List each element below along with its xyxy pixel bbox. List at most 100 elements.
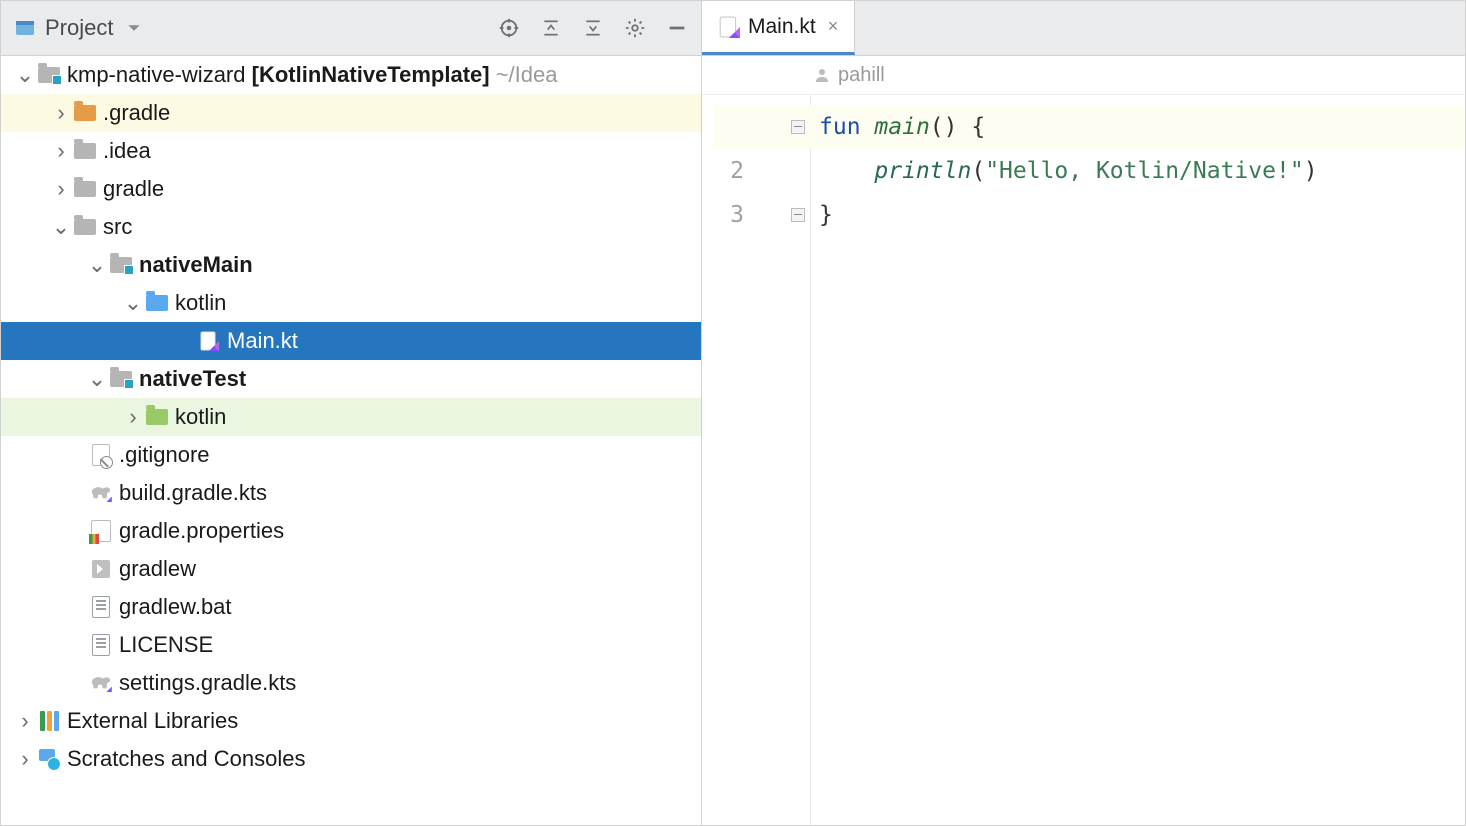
libraries-icon bbox=[35, 711, 63, 731]
select-opened-file-icon[interactable] bbox=[497, 16, 521, 40]
folder-icon bbox=[71, 143, 99, 159]
root-bracket: [KotlinNativeTemplate] bbox=[252, 62, 490, 87]
fold-start-icon[interactable] bbox=[791, 120, 805, 134]
kotlin-file-icon bbox=[718, 16, 740, 38]
folder-icon bbox=[71, 219, 99, 235]
tree-item-buildgradle[interactable]: build.gradle.kts bbox=[1, 474, 701, 512]
executable-file-icon bbox=[87, 560, 115, 578]
tree-label: .gradle bbox=[103, 102, 170, 124]
fold-end-icon[interactable] bbox=[791, 208, 805, 222]
tree-root[interactable]: ⌄ kmp-native-wizard [KotlinNativeTemplat… bbox=[1, 56, 701, 94]
line-number[interactable]: 2 bbox=[702, 149, 744, 193]
tree-item-kotlin-test[interactable]: › kotlin bbox=[1, 398, 701, 436]
tree-label: Main.kt bbox=[227, 330, 298, 352]
tree-item-nativemain[interactable]: ⌄ nativeMain bbox=[1, 246, 701, 284]
text-file-icon bbox=[87, 634, 115, 656]
line-number[interactable]: 3 bbox=[702, 193, 744, 237]
chevron-down-icon[interactable]: ⌄ bbox=[123, 292, 143, 314]
tree-item-src[interactable]: ⌄ src bbox=[1, 208, 701, 246]
chevron-down-icon[interactable]: ⌄ bbox=[51, 216, 71, 238]
tree-label: gradle.properties bbox=[119, 520, 284, 542]
tree-item-kotlin-main[interactable]: ⌄ kotlin bbox=[1, 284, 701, 322]
code-editor[interactable]: 1 2 3 fun main() { println("Hello, Kotli… bbox=[702, 95, 1465, 825]
tree-label: gradle bbox=[103, 178, 164, 200]
author-name[interactable]: pahill bbox=[838, 64, 885, 87]
editor-breadcrumb: pahill bbox=[702, 56, 1465, 95]
tree-item-settingsgradle[interactable]: settings.gradle.kts bbox=[1, 664, 701, 702]
chevron-down-icon[interactable]: ⌄ bbox=[87, 368, 107, 390]
editor-tab-mainkt[interactable]: Main.kt × bbox=[702, 1, 855, 55]
project-icon bbox=[13, 16, 37, 40]
folding-gutter bbox=[786, 95, 811, 825]
chevron-right-icon[interactable]: › bbox=[51, 178, 71, 200]
code-line[interactable]: } bbox=[819, 193, 1465, 237]
close-tab-icon[interactable]: × bbox=[828, 16, 839, 37]
tree-item-gitignore[interactable]: .gitignore bbox=[1, 436, 701, 474]
tree-item-external-libraries[interactable]: › External Libraries bbox=[1, 702, 701, 740]
ide-window: Project ⌄ kmp-native-wizard [KotlinNativ… bbox=[0, 0, 1466, 826]
tree-label: src bbox=[103, 216, 132, 238]
module-folder-icon bbox=[107, 257, 135, 273]
tree-label: External Libraries bbox=[67, 710, 238, 732]
tree-item-idea[interactable]: › .idea bbox=[1, 132, 701, 170]
tree-label: nativeMain bbox=[139, 254, 253, 276]
tree-item-gradlewbat[interactable]: gradlew.bat bbox=[1, 588, 701, 626]
source-folder-icon bbox=[143, 295, 171, 311]
tab-label: Main.kt bbox=[748, 15, 816, 39]
module-folder-icon bbox=[35, 67, 63, 83]
folder-icon bbox=[71, 181, 99, 197]
tree-item-nativetest[interactable]: ⌄ nativeTest bbox=[1, 360, 701, 398]
gitignore-file-icon bbox=[87, 444, 115, 466]
editor-panel: Main.kt × pahill 1 2 3 bbox=[702, 1, 1465, 825]
chevron-down-icon[interactable]: ⌄ bbox=[15, 64, 35, 86]
scratches-icon bbox=[35, 749, 63, 769]
chevron-right-icon[interactable]: › bbox=[15, 748, 35, 770]
project-panel-header: Project bbox=[1, 1, 701, 56]
tree-label: .idea bbox=[103, 140, 151, 162]
collapse-all-icon[interactable] bbox=[581, 16, 605, 40]
gradle-kts-file-icon bbox=[87, 674, 115, 692]
tree-label: LICENSE bbox=[119, 634, 213, 656]
editor-tab-bar: Main.kt × bbox=[702, 1, 1465, 56]
run-gutter bbox=[754, 95, 786, 825]
tree-item-gradle-hidden[interactable]: › .gradle bbox=[1, 94, 701, 132]
code-line[interactable]: println("Hello, Kotlin/Native!") bbox=[819, 149, 1465, 193]
tree-label: kotlin bbox=[175, 406, 226, 428]
tree-item-mainkt[interactable]: Main.kt bbox=[1, 322, 701, 360]
code-line[interactable]: fun main() { bbox=[713, 105, 1465, 149]
chevron-down-icon[interactable]: ⌄ bbox=[87, 254, 107, 276]
expand-all-icon[interactable] bbox=[539, 16, 563, 40]
properties-file-icon bbox=[87, 520, 115, 542]
tree-item-gradlew[interactable]: gradlew bbox=[1, 550, 701, 588]
project-panel-title[interactable]: Project bbox=[45, 15, 113, 41]
project-panel: Project ⌄ kmp-native-wizard [KotlinNativ… bbox=[1, 1, 702, 825]
gradle-kts-file-icon bbox=[87, 484, 115, 502]
project-view-dropdown-icon[interactable] bbox=[127, 21, 141, 35]
chevron-right-icon[interactable]: › bbox=[51, 102, 71, 124]
root-name: kmp-native-wizard bbox=[67, 62, 246, 87]
root-hint: ~/Idea bbox=[496, 62, 558, 87]
tree-label: gradlew.bat bbox=[119, 596, 232, 618]
code-content[interactable]: fun main() { println("Hello, Kotlin/Nati… bbox=[811, 95, 1465, 825]
gear-icon[interactable] bbox=[623, 16, 647, 40]
tree-label: nativeTest bbox=[139, 368, 246, 390]
folder-icon bbox=[71, 105, 99, 121]
tree-label: gradlew bbox=[119, 558, 196, 580]
test-folder-icon bbox=[143, 409, 171, 425]
tree-item-scratches[interactable]: › Scratches and Consoles bbox=[1, 740, 701, 778]
chevron-right-icon[interactable]: › bbox=[15, 710, 35, 732]
tree-item-gradle[interactable]: › gradle bbox=[1, 170, 701, 208]
tree-label: Scratches and Consoles bbox=[67, 748, 305, 770]
hide-panel-icon[interactable] bbox=[665, 16, 689, 40]
text-file-icon bbox=[87, 596, 115, 618]
module-folder-icon bbox=[107, 371, 135, 387]
project-tree[interactable]: ⌄ kmp-native-wizard [KotlinNativeTemplat… bbox=[1, 56, 701, 825]
tree-item-gradleprops[interactable]: gradle.properties bbox=[1, 512, 701, 550]
tree-label: kotlin bbox=[175, 292, 226, 314]
chevron-right-icon[interactable]: › bbox=[123, 406, 143, 428]
kotlin-file-icon bbox=[195, 331, 223, 351]
tree-label: build.gradle.kts bbox=[119, 482, 267, 504]
tree-label: settings.gradle.kts bbox=[119, 672, 296, 694]
chevron-right-icon[interactable]: › bbox=[51, 140, 71, 162]
tree-item-license[interactable]: LICENSE bbox=[1, 626, 701, 664]
